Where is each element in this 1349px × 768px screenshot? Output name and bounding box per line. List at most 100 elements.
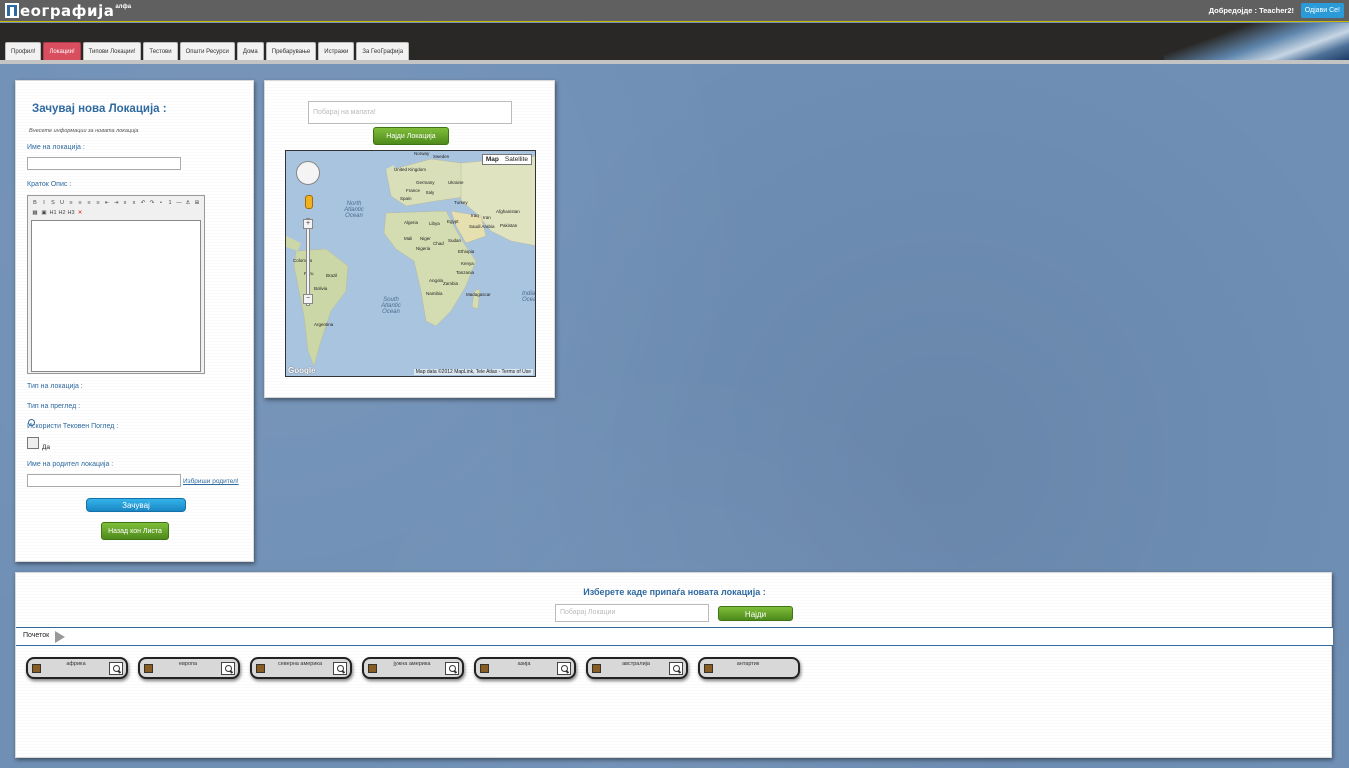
new-location-form: Зачувај нова Локација : Внесете информац… xyxy=(15,80,254,562)
align-right-icon[interactable]: ≡ xyxy=(85,199,93,207)
logout-button[interactable]: Одјави Се! xyxy=(1300,3,1344,18)
use-current-view-checkbox[interactable] xyxy=(27,437,39,449)
align-justify-icon[interactable]: ≡ xyxy=(94,199,102,207)
map-label-bolivia: Bolivia xyxy=(314,286,328,291)
grid-icon[interactable]: ▦ xyxy=(31,209,39,217)
map-type-satellite-button[interactable]: Satellite xyxy=(502,155,531,164)
continent-australia[interactable]: австралија xyxy=(586,657,688,679)
remove-format-icon[interactable]: ✕ xyxy=(76,209,84,217)
breadcrumb-home[interactable]: Почеток xyxy=(23,632,49,639)
nav-divider xyxy=(0,60,1349,64)
zoom-in-icon[interactable]: + xyxy=(303,219,313,229)
continent-list: африка европа северна америка јужна амер… xyxy=(26,657,800,679)
italic-icon[interactable]: I xyxy=(40,199,48,207)
map-label-saudi-arabia: Saudi Arabia xyxy=(469,224,495,229)
map-type-map-button[interactable]: Map xyxy=(483,155,502,164)
map-label-germany: Germany xyxy=(416,180,435,185)
outdent-icon[interactable]: ⇤ xyxy=(103,199,111,207)
horizontal-rule-icon[interactable]: — xyxy=(175,199,183,207)
remove-parent-link[interactable]: Избриши родител! xyxy=(183,478,239,485)
street-view-pegman-icon[interactable] xyxy=(305,195,313,209)
tab-explore[interactable]: Истражи xyxy=(318,42,355,60)
tab-home[interactable]: Дома xyxy=(236,42,264,60)
tab-profile[interactable]: Профил! xyxy=(5,42,42,60)
bullet-list-icon[interactable]: • xyxy=(157,199,165,207)
tab-search[interactable]: Пребарување xyxy=(265,42,317,60)
map-label-niger: Niger xyxy=(420,236,431,241)
map-label-sweden: Sweden xyxy=(433,154,450,159)
map-search-input[interactable]: Побарај на мапата! xyxy=(308,101,512,124)
location-type-label: Тип на локација : xyxy=(27,383,83,390)
folder-icon xyxy=(480,664,489,673)
numbered-list-icon[interactable]: 1 xyxy=(166,199,174,207)
heading1-icon[interactable]: H1 xyxy=(49,209,57,217)
continent-africa[interactable]: африка xyxy=(26,657,128,679)
subscript-icon[interactable]: x xyxy=(121,199,129,207)
earth-banner-image xyxy=(1164,23,1349,60)
map-attribution[interactable]: Map data ©2012 MapLink, Tele Atlas - Ter… xyxy=(413,369,533,375)
continent-north-america[interactable]: северна америка xyxy=(250,657,352,679)
map-label-tanzania: Tanzania xyxy=(456,270,475,275)
location-name-input[interactable] xyxy=(27,157,181,170)
bold-icon[interactable]: B xyxy=(31,199,39,207)
strike-icon[interactable]: S xyxy=(49,199,57,207)
map-label-libya: Libya xyxy=(429,221,440,226)
rich-text-editor: B I S U ≡ ≡ ≡ ≡ ⇤ ⇥ x x ↶ ↷ • 1 — ⚓ ⊞ ▦ … xyxy=(27,195,205,374)
tab-general-resources[interactable]: Општи Ресурси xyxy=(179,42,235,60)
indent-icon[interactable]: ⇥ xyxy=(112,199,120,207)
map-pan-control[interactable] xyxy=(296,161,320,185)
continent-asia[interactable]: азија xyxy=(474,657,576,679)
map-zoom-slider[interactable] xyxy=(306,218,310,306)
zoom-out-icon[interactable]: − xyxy=(303,294,313,304)
current-view-label: Искористи Тековен Поглед : xyxy=(27,423,119,430)
breadcrumb: Почеток xyxy=(16,627,1333,646)
welcome-text: Добредојде : Teacher2! xyxy=(1208,6,1294,15)
continent-europe[interactable]: европа xyxy=(138,657,240,679)
superscript-icon[interactable]: x xyxy=(130,199,138,207)
map-label-egypt: Egypt xyxy=(447,219,459,224)
heading3-icon[interactable]: H3 xyxy=(67,209,75,217)
magnifier-icon[interactable] xyxy=(109,662,123,675)
continent-name: азија xyxy=(517,661,531,667)
align-left-icon[interactable]: ≡ xyxy=(67,199,75,207)
folder-icon xyxy=(144,664,153,673)
anchor-icon[interactable]: ⚓ xyxy=(184,199,192,207)
map-label-mali: Mali xyxy=(404,236,413,241)
align-center-icon[interactable]: ≡ xyxy=(76,199,84,207)
undo-icon[interactable]: ↶ xyxy=(139,199,147,207)
tab-about[interactable]: За ГеоГрафија xyxy=(356,42,410,60)
magnifier-icon[interactable] xyxy=(333,662,347,675)
magnifier-icon[interactable] xyxy=(445,662,459,675)
save-button[interactable]: Зачувај xyxy=(86,498,186,512)
magnifier-icon[interactable] xyxy=(557,662,571,675)
tab-location-types[interactable]: Типови Локации! xyxy=(82,42,142,60)
map-label-madagascar: Madagascar xyxy=(466,292,491,297)
back-to-list-button[interactable]: Назад кон Листа xyxy=(101,522,169,540)
description-textarea[interactable] xyxy=(31,220,201,372)
redo-icon[interactable]: ↷ xyxy=(148,199,156,207)
find-button[interactable]: Најди xyxy=(718,606,793,621)
map-label-ukraine: Ukraine xyxy=(448,180,464,185)
tab-locations[interactable]: Локации! xyxy=(43,42,81,60)
table-icon[interactable]: ⊞ xyxy=(193,199,201,207)
folder-icon xyxy=(256,664,265,673)
magnifier-icon[interactable] xyxy=(221,662,235,675)
map-label-sudan: Sudan xyxy=(448,238,462,243)
ocean-north-atlantic: North Atlantic Ocean xyxy=(344,201,364,219)
magnifier-icon[interactable] xyxy=(669,662,683,675)
continent-south-america[interactable]: јужна америка xyxy=(362,657,464,679)
parent-location-input[interactable] xyxy=(27,474,181,487)
tab-tests[interactable]: Тестови xyxy=(143,42,178,60)
site-logo[interactable]: еографија алфа xyxy=(5,3,131,20)
world-map[interactable]: Norway Sweden United Kingdom Germany Ukr… xyxy=(285,150,536,377)
underline-icon[interactable]: U xyxy=(58,199,66,207)
image-icon[interactable]: ▣ xyxy=(40,209,48,217)
location-search-input[interactable]: Побарај Локации xyxy=(555,604,709,622)
logo-text: еографија xyxy=(20,2,115,20)
editor-toolbar: B I S U ≡ ≡ ≡ ≡ ⇤ ⇥ x x ↶ ↷ • 1 — ⚓ ⊞ ▦ … xyxy=(31,199,201,218)
continent-antarctica[interactable]: антартик xyxy=(698,657,800,679)
breadcrumb-arrow-icon xyxy=(55,631,65,643)
find-location-button[interactable]: Најди Локација xyxy=(373,127,449,145)
map-label-uk: United Kingdom xyxy=(394,167,427,172)
heading2-icon[interactable]: H2 xyxy=(58,209,66,217)
